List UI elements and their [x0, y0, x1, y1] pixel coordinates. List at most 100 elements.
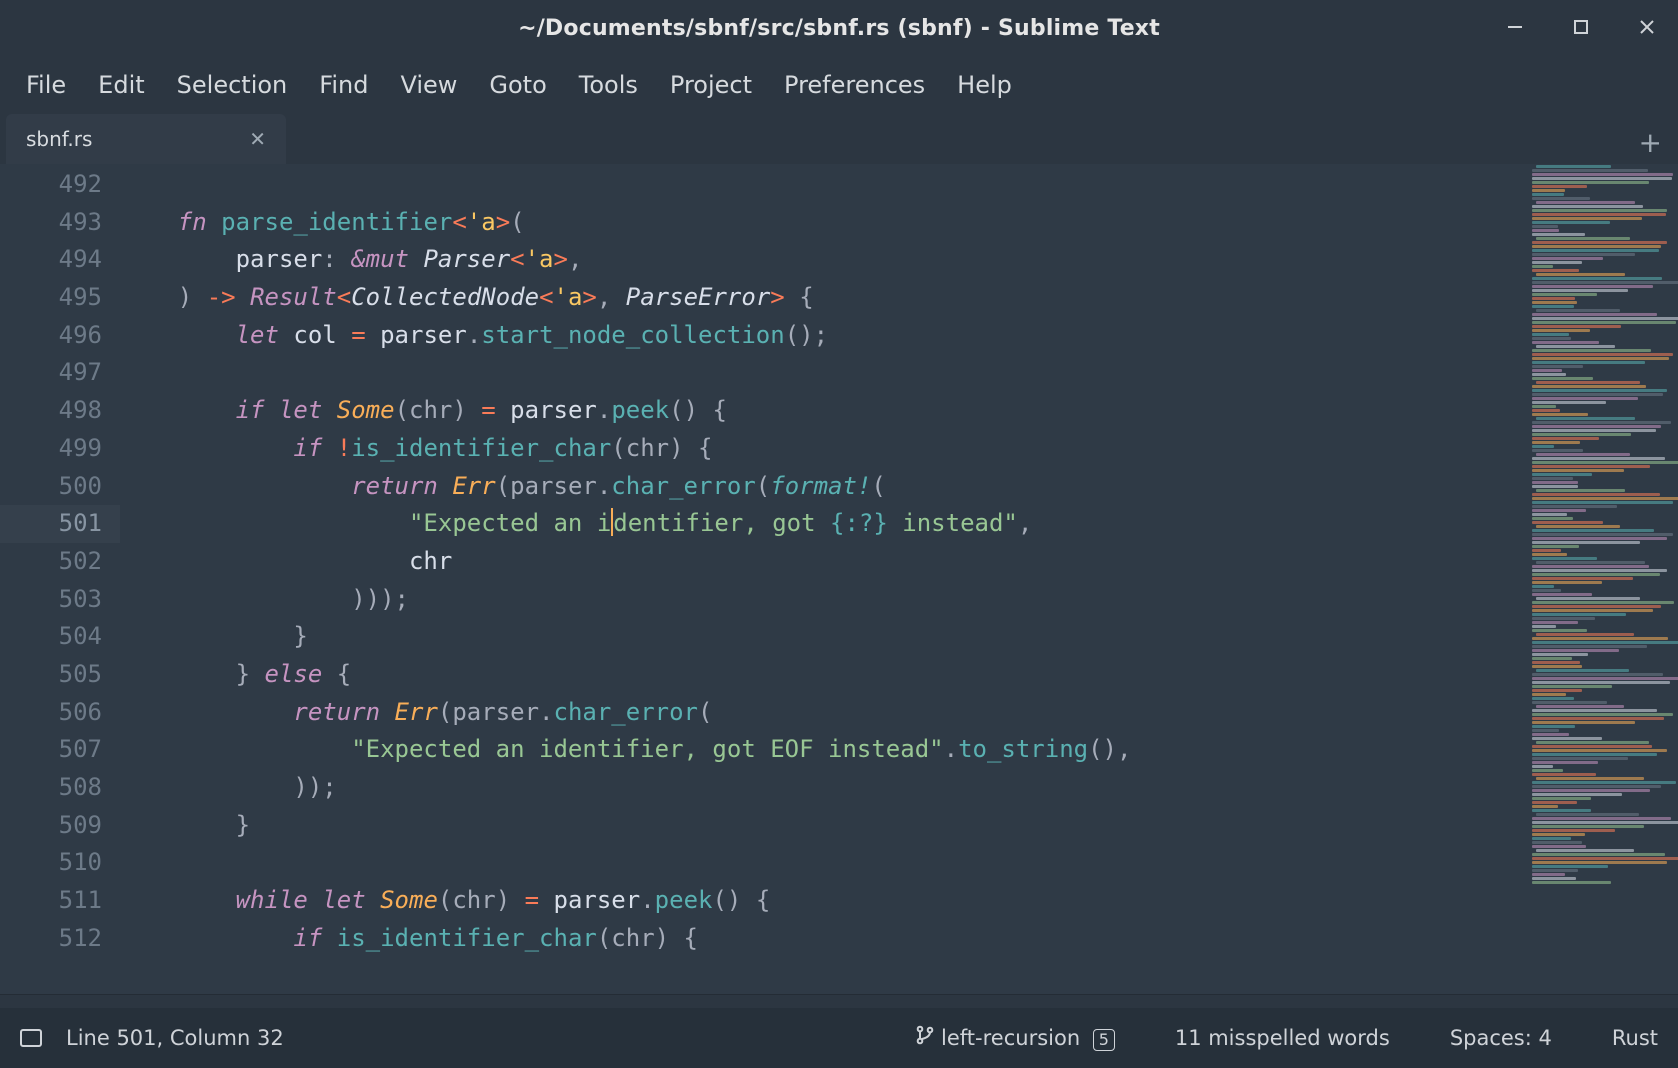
line-number[interactable]: 512: [0, 920, 120, 958]
menu-find[interactable]: Find: [303, 63, 384, 107]
code-line[interactable]: chr: [120, 543, 1528, 581]
code-line[interactable]: [120, 166, 1528, 204]
minimap-line: [1532, 829, 1615, 832]
status-spellcheck[interactable]: 11 misspelled words: [1175, 1026, 1390, 1050]
token-id: [120, 698, 293, 726]
code-line[interactable]: }: [120, 807, 1528, 845]
line-number[interactable]: 492: [0, 166, 120, 204]
code-line[interactable]: if !is_identifier_char(chr) {: [120, 430, 1528, 468]
menu-selection[interactable]: Selection: [161, 63, 304, 107]
minimap-line: [1532, 249, 1659, 252]
line-number[interactable]: 493: [0, 204, 120, 242]
code-line[interactable]: return Err(parser.char_error(: [120, 694, 1528, 732]
line-number[interactable]: 503: [0, 581, 120, 619]
line-number[interactable]: 498: [0, 392, 120, 430]
token-id: [120, 585, 351, 613]
menu-file[interactable]: File: [10, 63, 82, 107]
line-number[interactable]: 506: [0, 694, 120, 732]
code-line[interactable]: "Expected an identifier, got {:?} instea…: [120, 505, 1528, 543]
line-number[interactable]: 501: [0, 505, 120, 543]
token-punc: .: [467, 321, 481, 349]
code-line[interactable]: } else {: [120, 656, 1528, 694]
status-bar: Line 501, Column 32 left-recursion 5 11 …: [0, 1008, 1678, 1068]
minimap-line: [1532, 169, 1648, 172]
minimap-line: [1532, 841, 1582, 844]
menu-preferences[interactable]: Preferences: [768, 63, 941, 107]
editor[interactable]: 4924934944954964974984995005015025035045…: [0, 164, 1678, 994]
line-number[interactable]: 507: [0, 731, 120, 769]
line-number[interactable]: 508: [0, 769, 120, 807]
line-number[interactable]: 494: [0, 241, 120, 279]
line-number[interactable]: 511: [0, 882, 120, 920]
status-syntax[interactable]: Rust: [1612, 1026, 1658, 1050]
token-id: [120, 886, 236, 914]
code-line[interactable]: parser: &mut Parser<'a>,: [120, 241, 1528, 279]
line-number[interactable]: 497: [0, 354, 120, 392]
minimap[interactable]: [1528, 164, 1678, 994]
minimap-line: [1532, 621, 1578, 624]
token-id: [265, 396, 279, 424]
status-line-col[interactable]: Line 501, Column 32: [66, 1026, 284, 1050]
code-line[interactable]: [120, 354, 1528, 392]
status-branch[interactable]: left-recursion 5: [916, 1025, 1114, 1051]
minimap-line: [1536, 273, 1625, 276]
line-number[interactable]: 504: [0, 618, 120, 656]
code-line[interactable]: if let Some(chr) = parser.peek() {: [120, 392, 1528, 430]
close-icon[interactable]: ✕: [249, 127, 266, 151]
token-id: [120, 434, 293, 462]
menu-view[interactable]: View: [384, 63, 473, 107]
code-line[interactable]: }: [120, 618, 1528, 656]
line-number[interactable]: 502: [0, 543, 120, 581]
token-id: parser: [539, 886, 640, 914]
token-punc: ,: [568, 245, 582, 273]
line-number[interactable]: 510: [0, 844, 120, 882]
horizontal-scrollbar[interactable]: [0, 994, 1678, 1008]
minimap-line: [1532, 593, 1592, 596]
token-id: [120, 283, 178, 311]
code-line[interactable]: return Err(parser.char_error(format!(: [120, 468, 1528, 506]
code-line[interactable]: [120, 844, 1528, 882]
minimap-line: [1532, 749, 1667, 752]
code-line[interactable]: "Expected an identifier, got EOF instead…: [120, 731, 1528, 769]
line-number[interactable]: 509: [0, 807, 120, 845]
menu-goto[interactable]: Goto: [473, 63, 562, 107]
menu-edit[interactable]: Edit: [82, 63, 160, 107]
minimap-line: [1532, 209, 1667, 212]
code-line[interactable]: fn parse_identifier<'a>(: [120, 204, 1528, 242]
token-punc: (chr): [438, 886, 525, 914]
menu-tools[interactable]: Tools: [563, 63, 654, 107]
new-tab-button[interactable]: +: [1639, 126, 1662, 159]
minimize-button[interactable]: [1502, 14, 1528, 40]
panel-switcher-icon[interactable]: [20, 1029, 42, 1047]
code-line[interactable]: ));: [120, 769, 1528, 807]
close-button[interactable]: [1634, 14, 1660, 40]
menu-project[interactable]: Project: [654, 63, 768, 107]
line-number[interactable]: 496: [0, 317, 120, 355]
code-area[interactable]: fn parse_identifier<'a>( parser: &mut Pa…: [120, 164, 1528, 994]
code-line[interactable]: while let Some(chr) = parser.peek() {: [120, 882, 1528, 920]
menu-help[interactable]: Help: [941, 63, 1028, 107]
token-kw: let: [279, 396, 322, 424]
code-line[interactable]: if is_identifier_char(chr) {: [120, 920, 1528, 958]
token-id: [207, 208, 221, 236]
token-id: [236, 283, 250, 311]
line-number[interactable]: 500: [0, 468, 120, 506]
line-number[interactable]: 499: [0, 430, 120, 468]
line-number[interactable]: 505: [0, 656, 120, 694]
minimap-line: [1532, 253, 1635, 256]
minimap-line: [1532, 441, 1580, 444]
minimap-line: [1532, 297, 1575, 300]
minimap-line: [1532, 305, 1574, 308]
tab-sbnf[interactable]: sbnf.rs ✕: [6, 114, 286, 164]
token-id: [409, 245, 423, 273]
gutter[interactable]: 4924934944954964974984995005015025035045…: [0, 164, 120, 994]
minimap-line: [1532, 557, 1597, 560]
status-indent[interactable]: Spaces: 4: [1450, 1026, 1552, 1050]
code-line[interactable]: let col = parser.start_node_collection()…: [120, 317, 1528, 355]
minimap-line: [1532, 785, 1661, 788]
line-number[interactable]: 495: [0, 279, 120, 317]
code-line[interactable]: )));: [120, 581, 1528, 619]
minimap-line: [1536, 237, 1630, 240]
maximize-button[interactable]: [1568, 14, 1594, 40]
code-line[interactable]: ) -> Result<CollectedNode<'a>, ParseErro…: [120, 279, 1528, 317]
